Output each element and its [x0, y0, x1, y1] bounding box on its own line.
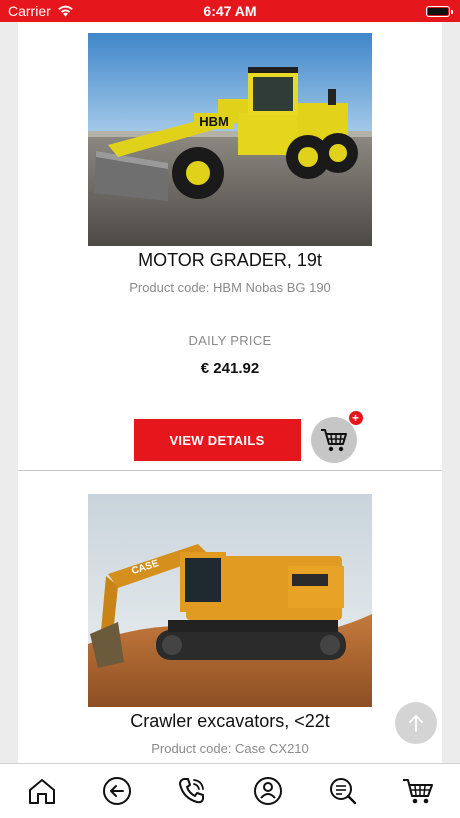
- price-value: € 241.92: [200, 360, 260, 377]
- motor-grader-photo[interactable]: HBM: [88, 33, 372, 246]
- product-title: Crawler excavators, <22t: [130, 711, 330, 731]
- price-label: DAILY PRICE: [188, 333, 272, 348]
- nav-home[interactable]: [22, 771, 62, 811]
- product-card: CASE Crawler excavators, <22t Product co…: [18, 472, 442, 763]
- scroll-to-top-button[interactable]: [395, 702, 437, 744]
- view-details-button[interactable]: VIEW DETAILS: [133, 419, 301, 461]
- arrow-up-icon: [409, 715, 423, 732]
- nav-search[interactable]: [323, 771, 363, 811]
- nav-call[interactable]: [172, 771, 212, 811]
- battery-icon: [426, 5, 453, 17]
- nav-back[interactable]: [97, 771, 137, 811]
- product-actions: VIEW DETAILS +: [133, 410, 364, 463]
- back-icon: [102, 777, 131, 805]
- product-title: MOTOR GRADER, 19t: [138, 250, 322, 270]
- phone-icon: [179, 778, 205, 804]
- account-icon: [253, 777, 282, 805]
- product-list[interactable]: HBM MOTOR GRADER, 19t Product code: HBM …: [18, 22, 442, 763]
- cart-icon: [403, 779, 434, 804]
- status-left: Carrier: [8, 3, 74, 19]
- cart-add-badge: +: [347, 410, 364, 426]
- product-code: Product code: Case CX210: [151, 741, 309, 756]
- add-to-cart-button[interactable]: +: [310, 410, 364, 463]
- product-card: HBM MOTOR GRADER, 19t Product code: HBM …: [18, 22, 442, 471]
- home-icon: [28, 779, 55, 804]
- nav-account[interactable]: [248, 771, 288, 811]
- product-code: Product code: HBM Nobas BG 190: [129, 280, 331, 295]
- machine-brand-label: HBM: [199, 114, 229, 129]
- cart-icon: [320, 429, 347, 452]
- bottom-nav: [0, 763, 460, 818]
- status-bar: Carrier 6:47 AM: [0, 0, 460, 22]
- nav-cart[interactable]: [398, 771, 438, 811]
- search-icon: [329, 778, 357, 805]
- crawler-excavator-photo[interactable]: CASE: [88, 494, 372, 707]
- wifi-icon: [57, 5, 73, 17]
- carrier-label: Carrier: [8, 3, 51, 19]
